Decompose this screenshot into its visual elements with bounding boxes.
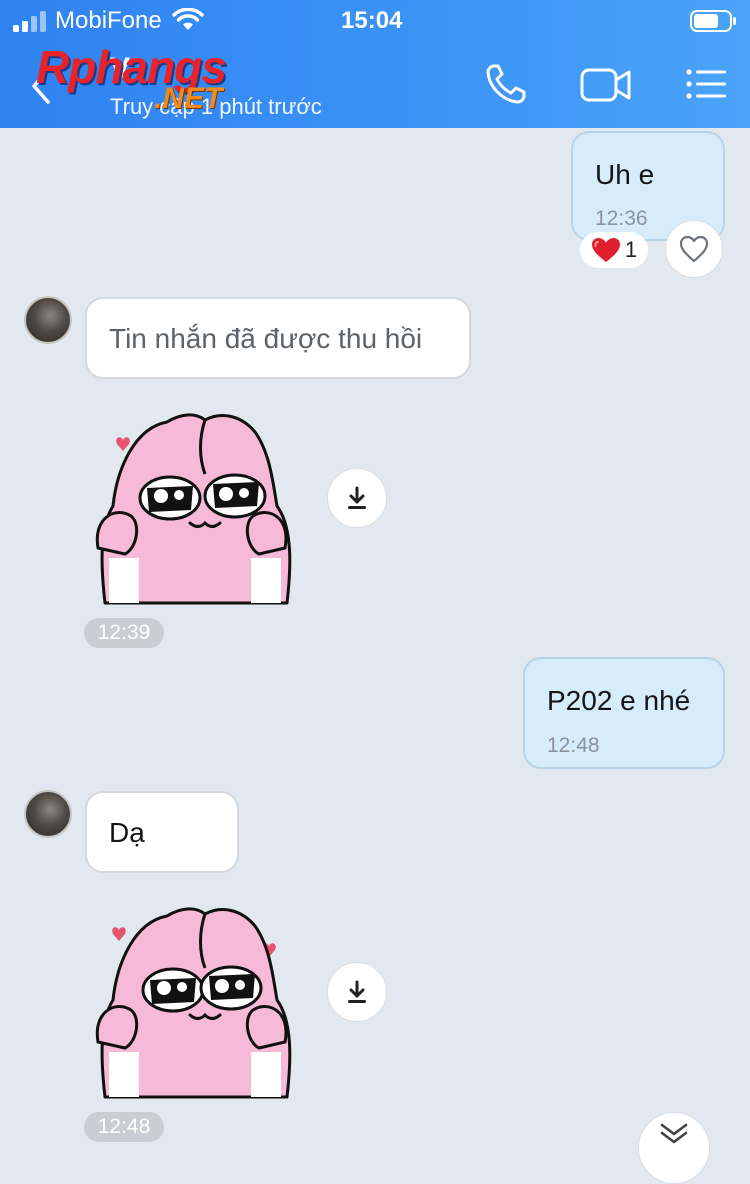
video-call-icon[interactable]	[580, 60, 632, 108]
message-text: Tin nhắn đã được thu hồi	[109, 323, 423, 354]
avatar[interactable]	[24, 296, 72, 344]
heart-react-icon	[679, 235, 709, 263]
message-text: P202 e nhé	[547, 685, 691, 716]
menu-list-icon[interactable]	[684, 60, 728, 108]
message-text: Uh e	[595, 159, 655, 190]
download-icon	[348, 980, 366, 1003]
battery-icon	[690, 10, 736, 32]
reaction-badge[interactable]: 1	[580, 232, 648, 268]
message-text: Dạ	[109, 817, 145, 848]
sticker-image[interactable]	[95, 408, 305, 608]
phone-icon[interactable]	[482, 60, 530, 108]
status-time: 15:04	[341, 7, 403, 34]
scroll-down-button[interactable]	[638, 1112, 710, 1184]
scroll-down-icon	[660, 1123, 688, 1144]
message-bubble-received[interactable]: Dạ	[85, 791, 239, 873]
chat-header: MobiFone 15:04 V Truy cập 1 phút trước R…	[0, 0, 750, 128]
react-button[interactable]	[665, 220, 723, 278]
carrier-name: MobiFone	[55, 7, 162, 34]
status-bar: MobiFone 15:04	[0, 0, 750, 44]
sticker-time: 12:48	[84, 1112, 164, 1142]
download-button[interactable]	[327, 962, 387, 1022]
wifi-icon	[172, 8, 204, 30]
watermark-logo-suffix: .NET	[154, 82, 223, 115]
sticker-image[interactable]	[95, 902, 305, 1102]
message-time: 12:48	[547, 734, 600, 757]
sticker-time: 12:39	[84, 618, 164, 648]
heart-emoji-icon	[591, 238, 620, 262]
signal-icon	[13, 11, 46, 32]
avatar[interactable]	[24, 790, 72, 838]
message-time: 12:36	[595, 207, 648, 230]
message-bubble-recalled[interactable]: Tin nhắn đã được thu hồi	[85, 297, 471, 379]
watermark-logo: Rphangs .NET	[36, 40, 276, 126]
reaction-count: 1	[624, 237, 638, 262]
download-button[interactable]	[327, 468, 387, 528]
download-icon	[348, 486, 366, 509]
message-bubble-sent[interactable]: P202 e nhé 12:48	[523, 657, 725, 769]
